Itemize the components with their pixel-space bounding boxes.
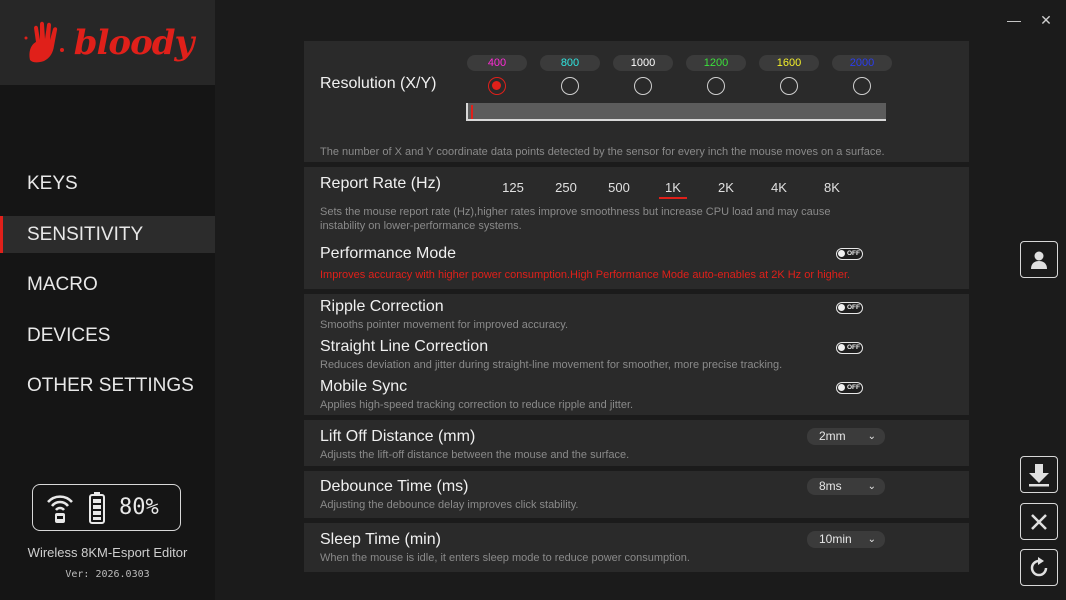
rate-option-2k[interactable]: 2K <box>708 180 744 195</box>
rate-option-250[interactable]: 250 <box>548 180 584 195</box>
battery-icon <box>89 491 105 524</box>
rate-option-500[interactable]: 500 <box>601 180 637 195</box>
toggle-state-label: OFF <box>847 304 860 311</box>
ripple-correction-toggle[interactable]: OFF <box>836 302 863 314</box>
battery-percentage: 80% <box>119 495 159 520</box>
dpi-level-label: 1200 <box>686 55 746 71</box>
user-icon <box>1031 251 1047 269</box>
toggle-knob <box>838 344 845 351</box>
resolution-title: Resolution (X/Y) <box>320 75 437 92</box>
dpi-level-label: 1000 <box>613 55 673 71</box>
debounce-select[interactable]: 8ms ⌄ <box>807 478 885 495</box>
refresh-icon <box>1030 556 1048 576</box>
dpi-slider-thumb[interactable] <box>471 105 473 119</box>
bloody-hand-logo-icon <box>24 21 64 62</box>
sleep-title: Sleep Time (min) <box>320 531 441 548</box>
dpi-slider[interactable] <box>466 103 886 121</box>
wireless-receiver-icon <box>47 494 73 523</box>
lift-off-title: Lift Off Distance (mm) <box>320 428 476 445</box>
report-rate-title: Report Rate (Hz) <box>320 175 441 192</box>
sleep-value: 10min <box>819 532 852 546</box>
mobile-sync-toggle[interactable]: OFF <box>836 382 863 394</box>
ripple-correction-description: Smooths pointer movement for improved ac… <box>320 319 569 331</box>
debounce-description: Adjusting the debounce delay improves cl… <box>320 499 579 511</box>
lift-off-value: 2mm <box>819 429 846 443</box>
dpi-radio-400[interactable] <box>488 77 506 95</box>
straight-line-correction-title: Straight Line Correction <box>320 338 489 355</box>
nav-item-macro[interactable]: MACRO <box>0 266 215 303</box>
toggle-state-label: OFF <box>847 250 860 257</box>
sidebar: bloody KEYS SENSITIVITY MACRO DEVICES OT… <box>0 0 215 600</box>
dpi-radio-2000[interactable] <box>853 77 871 95</box>
toggle-state-label: OFF <box>847 384 860 391</box>
debounce-value: 8ms <box>819 479 842 493</box>
chevron-down-icon: ⌄ <box>867 481 876 492</box>
close-button[interactable]: ✕ <box>1036 10 1056 30</box>
logo-text: bloody <box>73 22 195 63</box>
lift-off-description: Adjusts the lift-off distance between th… <box>320 449 630 461</box>
performance-mode-title: Performance Mode <box>320 245 457 262</box>
minimize-button[interactable]: — <box>1004 10 1024 30</box>
chevron-down-icon: ⌄ <box>867 431 876 442</box>
report-rate-description-line2: instability on lower-performance systems… <box>320 220 522 232</box>
toggle-knob <box>838 304 845 311</box>
toggle-knob <box>838 250 845 257</box>
report-rate-description-line1: Sets the mouse report rate (Hz),higher r… <box>320 206 831 218</box>
mobile-sync-title: Mobile Sync <box>320 378 408 395</box>
performance-mode-warning: Improves accuracy with higher power cons… <box>320 269 851 281</box>
debounce-title: Debounce Time (ms) <box>320 478 469 495</box>
dpi-radio-1000[interactable] <box>634 77 652 95</box>
sleep-description: When the mouse is idle, it enters sleep … <box>320 552 690 564</box>
dpi-radio-1600[interactable] <box>780 77 798 95</box>
dpi-level-label: 2000 <box>832 55 892 71</box>
toggle-knob <box>838 384 845 391</box>
logo: bloody <box>0 0 215 85</box>
dpi-radio-1200[interactable] <box>707 77 725 95</box>
straight-line-correction-description: Reduces deviation and jitter during stra… <box>320 359 783 371</box>
reset-button[interactable] <box>1020 549 1058 586</box>
cancel-button[interactable] <box>1020 503 1058 540</box>
sleep-select[interactable]: 10min ⌄ <box>807 531 885 548</box>
nav-item-other-settings[interactable]: OTHER SETTINGS <box>0 367 215 404</box>
dpi-radio-800[interactable] <box>561 77 579 95</box>
lift-off-select[interactable]: 2mm ⌄ <box>807 428 885 445</box>
nav-item-devices[interactable]: DEVICES <box>0 317 215 354</box>
dpi-level-label: 400 <box>467 55 527 71</box>
cancel-x-icon <box>1031 513 1047 530</box>
save-download-button[interactable] <box>1020 456 1058 493</box>
nav-item-keys[interactable]: KEYS <box>0 165 215 202</box>
toggle-state-label: OFF <box>847 344 860 351</box>
rate-option-8k[interactable]: 8K <box>814 180 850 195</box>
performance-mode-toggle[interactable]: OFF <box>836 248 863 260</box>
mobile-sync-description: Applies high-speed tracking correction t… <box>320 399 634 411</box>
nav-item-sensitivity[interactable]: SENSITIVITY <box>0 215 215 253</box>
rate-option-125[interactable]: 125 <box>495 180 531 195</box>
nav-menu: KEYS SENSITIVITY MACRO DEVICES OTHER SET… <box>0 165 215 418</box>
editor-name: Wireless 8KM-Esport Editor <box>27 545 188 560</box>
editor-version: Ver: 2026.0303 <box>65 569 150 580</box>
straight-line-correction-toggle[interactable]: OFF <box>836 342 863 354</box>
download-arrow-icon <box>1029 463 1049 486</box>
dpi-level-label: 1600 <box>759 55 819 71</box>
resolution-description: The number of X and Y coordinate data po… <box>320 146 885 158</box>
profile-button[interactable] <box>1020 241 1058 278</box>
rate-option-4k[interactable]: 4K <box>761 180 797 195</box>
device-status-box: 80% <box>32 484 181 531</box>
ripple-correction-title: Ripple Correction <box>320 298 444 315</box>
chevron-down-icon: ⌄ <box>867 534 876 545</box>
dpi-level-label: 800 <box>540 55 600 71</box>
rate-option-1k[interactable]: 1K <box>655 180 691 199</box>
